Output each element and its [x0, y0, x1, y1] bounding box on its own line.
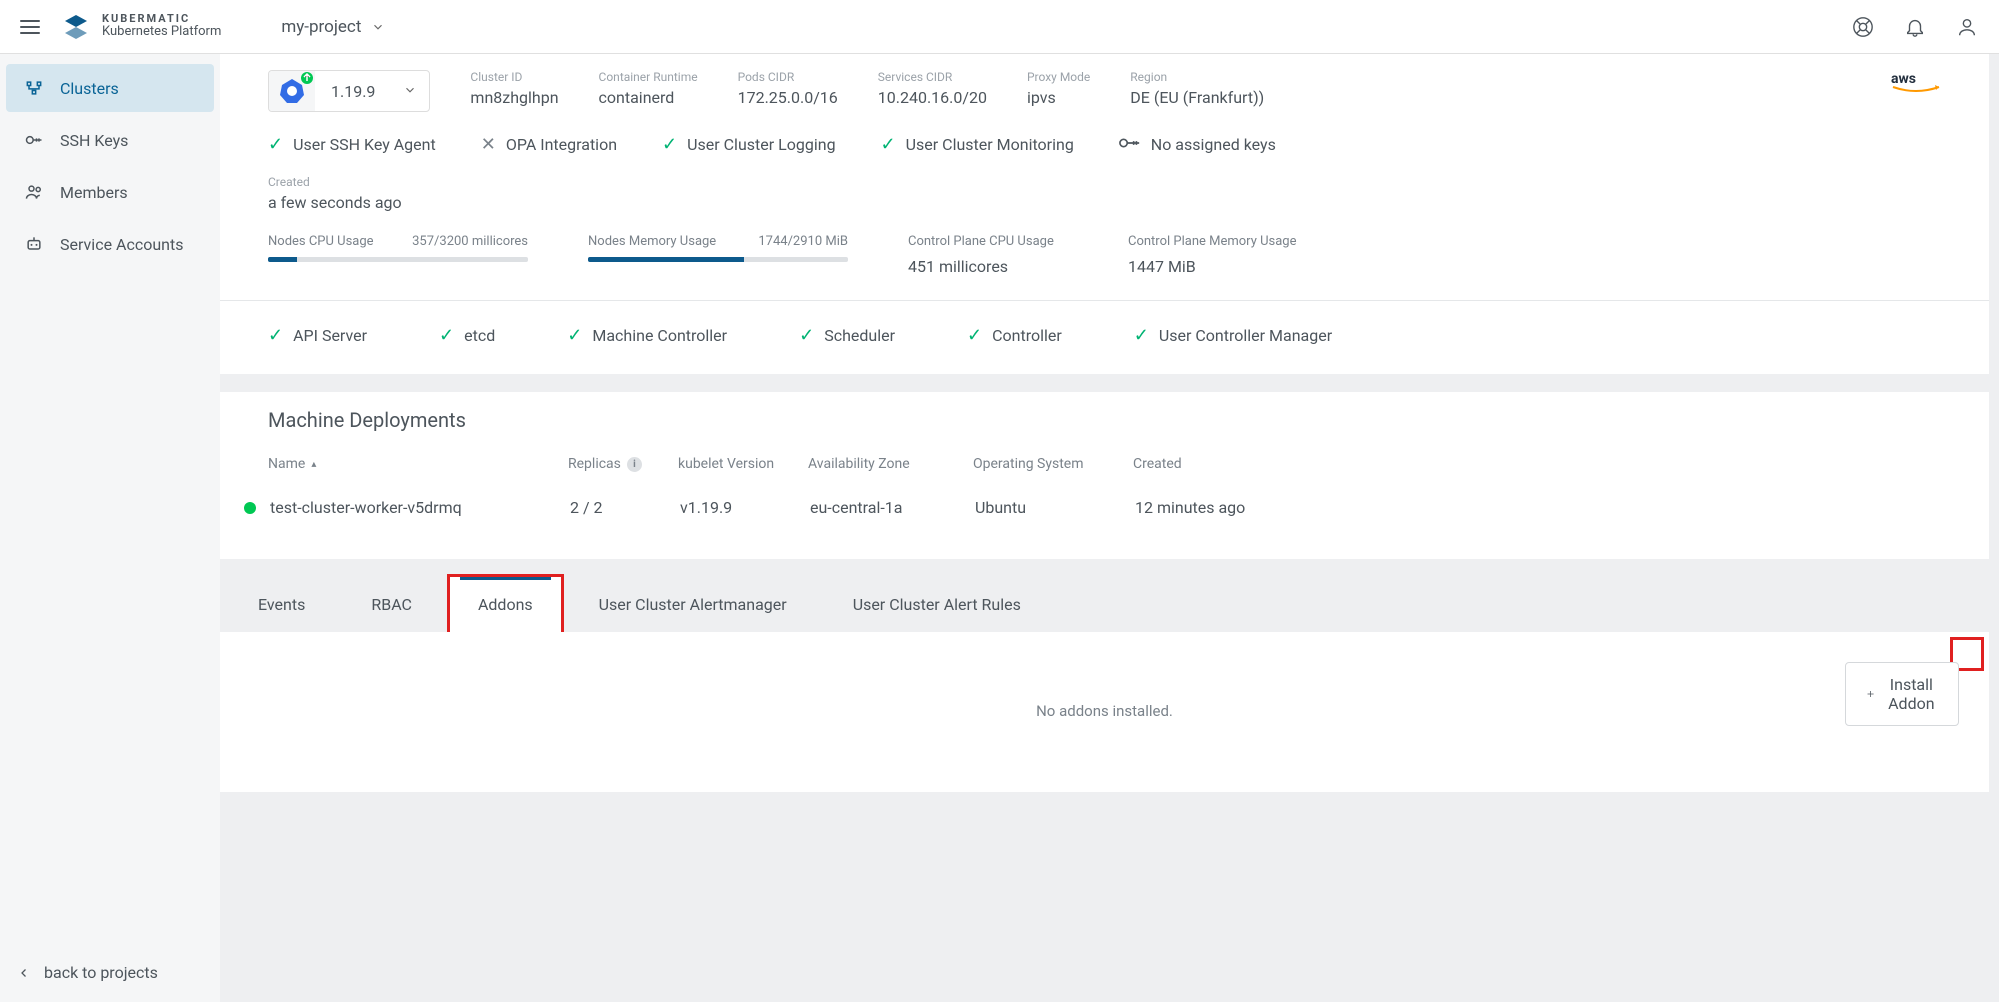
status-api-server: ✓API Server: [268, 325, 367, 346]
kubernetes-icon: [269, 70, 315, 112]
check-icon: ✓: [881, 134, 896, 155]
col-az-header[interactable]: Availability Zone: [808, 456, 973, 472]
sidebar-item-sshkeys[interactable]: SSH Keys: [6, 116, 214, 164]
col-os-header[interactable]: Operating System: [973, 456, 1133, 472]
deployments-card: Machine Deployments Name▴ Replicasi kube…: [220, 392, 1989, 559]
x-icon: ✕: [481, 134, 496, 155]
sidebar-item-serviceaccounts[interactable]: Service Accounts: [6, 220, 214, 268]
created-info: Created a few seconds ago: [268, 175, 1941, 212]
cluster-info-card: 1.19.9 Cluster ID mn8zhglhpn Container R…: [220, 54, 1989, 374]
aws-logo-icon: aws: [1891, 70, 1941, 96]
col-name-header[interactable]: Name▴: [268, 456, 568, 472]
check-icon: ✓: [439, 325, 454, 346]
version-selector[interactable]: 1.19.9: [268, 70, 430, 112]
status-machine-controller: ✓Machine Controller: [567, 325, 727, 346]
sidebar: Clusters SSH Keys Members Service Accoun…: [0, 54, 220, 1002]
chevron-down-icon: [391, 81, 429, 102]
feature-ssh-agent: ✓ User SSH Key Agent: [268, 134, 436, 155]
table-header: Name▴ Replicasi kubelet Version Availabi…: [268, 456, 1941, 484]
cp-cpu-usage: Control Plane CPU Usage 451 millicores: [908, 234, 1068, 276]
check-icon: ✓: [268, 325, 283, 346]
status-scheduler: ✓Scheduler: [799, 325, 895, 346]
feature-monitoring: ✓ User Cluster Monitoring: [881, 134, 1074, 155]
tab-events[interactable]: Events: [230, 577, 333, 632]
status-user-controller-manager: ✓User Controller Manager: [1134, 325, 1332, 346]
status-controller: ✓Controller: [967, 325, 1062, 346]
sidebar-item-label: SSH Keys: [60, 131, 128, 150]
members-icon: [24, 182, 44, 202]
check-icon: ✓: [567, 325, 582, 346]
feature-logging: ✓ User Cluster Logging: [662, 134, 836, 155]
install-addon-button[interactable]: Install Addon: [1845, 662, 1959, 726]
back-to-projects[interactable]: back to projects: [0, 943, 220, 1002]
tab-alertrules[interactable]: User Cluster Alert Rules: [825, 577, 1049, 632]
region: Region DE (EU (Frankfurt)): [1130, 70, 1264, 107]
sidebar-item-label: Clusters: [60, 79, 119, 98]
sidebar-item-label: Members: [60, 183, 128, 202]
brand-line2: Kubernetes Platform: [102, 25, 221, 39]
services-cidr: Services CIDR 10.240.16.0/20: [878, 70, 987, 107]
sidebar-item-label: Service Accounts: [60, 235, 183, 254]
chevron-left-icon: [18, 967, 30, 979]
key-icon: [24, 130, 44, 150]
sidebar-item-clusters[interactable]: Clusters: [6, 64, 214, 112]
bell-icon[interactable]: [1903, 15, 1927, 39]
key-icon: [1119, 135, 1141, 154]
check-icon: ✓: [1134, 325, 1149, 346]
back-label: back to projects: [44, 963, 158, 982]
feature-opa: ✕ OPA Integration: [481, 134, 617, 155]
no-addons-message: No addons installed.: [268, 702, 1941, 720]
sidebar-item-members[interactable]: Members: [6, 168, 214, 216]
help-icon[interactable]: [1851, 15, 1875, 39]
project-name: my-project: [281, 17, 361, 37]
status-dot-icon: [244, 502, 256, 514]
user-icon[interactable]: [1955, 15, 1979, 39]
check-icon: ✓: [799, 325, 814, 346]
install-highlight: Install Addon: [1953, 640, 1981, 668]
main-content: 1.19.9 Cluster ID mn8zhglhpn Container R…: [220, 54, 1999, 1002]
col-replicas-header[interactable]: Replicasi: [568, 456, 678, 472]
deployments-title: Machine Deployments: [268, 408, 1941, 432]
component-status-row: ✓API Server ✓etcd ✓Machine Controller ✓S…: [268, 325, 1941, 346]
col-created-header[interactable]: Created: [1133, 456, 1941, 472]
proxy-mode: Proxy Mode ipvs: [1027, 70, 1090, 107]
sort-asc-icon: ▴: [311, 459, 316, 470]
nodes-cpu-usage: Nodes CPU Usage 357/3200 millicores: [268, 234, 528, 276]
info-icon: i: [627, 457, 642, 472]
row-os: Ubuntu: [975, 498, 1135, 517]
tab-rbac[interactable]: RBAC: [343, 577, 440, 632]
check-icon: ✓: [967, 325, 982, 346]
row-created: 12 minutes ago: [1135, 498, 1941, 517]
chevron-down-icon: [371, 20, 385, 34]
row-name: test-cluster-worker-v5drmq: [270, 498, 570, 517]
addons-panel: Install Addon No addons installed.: [220, 632, 1989, 792]
pods-cidr: Pods CIDR 172.25.0.0/16: [738, 70, 838, 107]
check-icon: ✓: [268, 134, 283, 155]
menu-icon[interactable]: [20, 20, 40, 34]
cluster-id: Cluster ID mn8zhglhpn: [470, 70, 558, 107]
tab-addons[interactable]: Addons: [450, 577, 561, 632]
robot-icon: [24, 234, 44, 254]
status-etcd: ✓etcd: [439, 325, 495, 346]
header: KUBERMATIC Kubernetes Platform my-projec…: [0, 0, 1999, 54]
row-replicas: 2 / 2: [570, 498, 680, 517]
project-selector[interactable]: my-project: [281, 17, 385, 37]
version-value: 1.19.9: [315, 82, 391, 101]
cp-mem-usage: Control Plane Memory Usage 1447 MiB: [1128, 234, 1296, 276]
logo[interactable]: KUBERMATIC Kubernetes Platform: [62, 13, 221, 41]
logo-mark-icon: [62, 13, 90, 41]
clusters-icon: [24, 78, 44, 98]
plus-icon: [1866, 686, 1875, 702]
tab-alertmanager[interactable]: User Cluster Alertmanager: [571, 577, 815, 632]
col-kubelet-header[interactable]: kubelet Version: [678, 456, 808, 472]
nodes-mem-usage: Nodes Memory Usage 1744/2910 MiB: [588, 234, 848, 276]
row-kubelet: v1.19.9: [680, 498, 810, 517]
feature-keys: No assigned keys: [1119, 135, 1276, 154]
tabs: Events RBAC Addons User Cluster Alertman…: [220, 577, 1989, 632]
container-runtime: Container Runtime containerd: [599, 70, 698, 107]
svg-text:aws: aws: [1891, 71, 1916, 87]
row-az: eu-central-1a: [810, 498, 975, 517]
check-icon: ✓: [662, 134, 677, 155]
table-row[interactable]: test-cluster-worker-v5drmq 2 / 2 v1.19.9…: [268, 484, 1941, 531]
